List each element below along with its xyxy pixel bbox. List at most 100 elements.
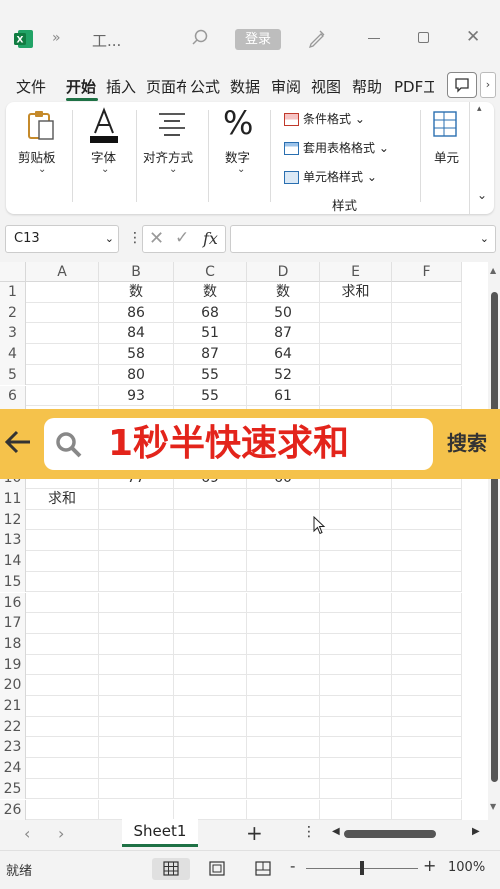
grid-cell[interactable] [392, 654, 462, 676]
cancel-icon[interactable]: ✕ [149, 228, 164, 249]
grid-cell[interactable] [320, 571, 392, 593]
scroll-left-icon[interactable]: ◀ [332, 826, 340, 837]
grid-cell[interactable] [26, 364, 99, 386]
row-header[interactable]: 22 [0, 716, 26, 738]
scroll-thumb[interactable] [491, 292, 498, 782]
grid-cell[interactable] [320, 344, 392, 365]
grid-cell[interactable]: 61 [247, 385, 320, 407]
row-header[interactable]: 16 [0, 592, 26, 614]
tab-file[interactable]: 文件 [16, 76, 46, 97]
horizontal-scrollbar[interactable]: ◀ ▶ [332, 826, 484, 842]
row-header[interactable]: 12 [0, 509, 26, 531]
grid-cell[interactable] [247, 696, 320, 717]
comments-button[interactable] [447, 72, 477, 98]
grid-cell[interactable] [320, 323, 392, 345]
normal-view-button[interactable] [152, 858, 190, 880]
grid-cell[interactable] [392, 799, 462, 820]
grid-cell[interactable] [247, 592, 320, 614]
grid-cell[interactable] [392, 675, 462, 696]
row-header[interactable]: 14 [0, 551, 26, 572]
grid-cell[interactable]: 数 [174, 282, 247, 303]
row-header[interactable]: 6 [0, 385, 26, 407]
grid-cell[interactable] [320, 302, 392, 324]
minimize-icon[interactable] [368, 38, 380, 39]
grid-cell[interactable] [99, 633, 174, 655]
grid-cell[interactable] [392, 592, 462, 614]
font-group[interactable]: 字体 ⌄ [73, 102, 135, 214]
grid-cell[interactable] [174, 530, 247, 552]
grid-cell[interactable] [392, 571, 462, 593]
grid-cell[interactable] [26, 530, 99, 552]
grid-cell[interactable] [99, 716, 174, 738]
close-icon[interactable]: ✕ [466, 28, 480, 46]
column-header[interactable]: D [247, 262, 320, 282]
grid-cell[interactable]: 80 [99, 364, 174, 386]
grid-cell[interactable]: 58 [99, 344, 174, 365]
grid-cell[interactable] [392, 302, 462, 324]
name-box[interactable]: C13 ⌄ [5, 225, 119, 253]
grid-cell[interactable] [320, 592, 392, 614]
grid-cell[interactable] [392, 323, 462, 345]
chevron-down-icon[interactable]: ⌄ [105, 226, 114, 252]
cell-styles-button[interactable]: 单元格样式 ⌄ [284, 168, 377, 185]
grid-cell[interactable] [26, 302, 99, 324]
grid-cell[interactable]: 数 [99, 282, 174, 303]
row-header[interactable]: 20 [0, 675, 26, 696]
grid-cell[interactable] [320, 509, 392, 531]
page-layout-view-button[interactable] [198, 858, 236, 880]
row-header[interactable]: 21 [0, 696, 26, 717]
grid-cell[interactable] [320, 737, 392, 759]
login-button[interactable]: 登录 [235, 29, 281, 50]
grid-cell[interactable] [99, 571, 174, 593]
grid-cell[interactable]: 数 [247, 282, 320, 303]
grid-cell[interactable] [99, 737, 174, 759]
grid-cell[interactable] [320, 489, 392, 510]
grid-cell[interactable] [392, 613, 462, 634]
grid-cell[interactable] [174, 571, 247, 593]
grid-cell[interactable] [174, 613, 247, 634]
maximize-icon[interactable] [418, 32, 429, 43]
row-header[interactable]: 5 [0, 364, 26, 386]
alignment-group[interactable]: 对齐方式 ⌄ [137, 102, 207, 214]
grid-cell[interactable] [99, 654, 174, 676]
formula-input[interactable]: ⌄ [230, 225, 496, 253]
search-button[interactable]: 搜索 [447, 427, 487, 456]
grid-cell[interactable] [392, 778, 462, 800]
tab-pdf-tools[interactable]: PDF工 [394, 76, 434, 97]
grid-cell[interactable] [174, 716, 247, 738]
row-header[interactable]: 24 [0, 758, 26, 779]
grid-cell[interactable] [99, 758, 174, 779]
grid-cell[interactable] [99, 509, 174, 531]
zoom-out-button[interactable]: - [290, 857, 295, 875]
grid-cell[interactable] [392, 364, 462, 386]
grid-cell[interactable] [26, 282, 99, 303]
tab-view[interactable]: 视图 [311, 76, 341, 97]
grid-cell[interactable] [99, 799, 174, 820]
search-box[interactable]: 1秒半快速求和 [44, 418, 433, 470]
grid-cell[interactable] [320, 551, 392, 572]
grid-cell[interactable] [392, 282, 462, 303]
select-all-corner[interactable] [0, 262, 26, 282]
tab-page-layout[interactable]: 页面布 [146, 76, 186, 97]
grid-cell[interactable] [247, 737, 320, 759]
column-header[interactable]: A [26, 262, 99, 282]
grid-cell[interactable] [320, 758, 392, 779]
grid-cell[interactable] [99, 551, 174, 572]
grid-cell[interactable]: 64 [247, 344, 320, 365]
grid-cell[interactable] [320, 654, 392, 676]
grid-cell[interactable] [99, 592, 174, 614]
grid-cell[interactable] [392, 509, 462, 531]
tab-home[interactable]: 开始 [66, 76, 96, 97]
grid-cell[interactable]: 52 [247, 364, 320, 386]
grid-cell[interactable] [26, 323, 99, 345]
grid-cell[interactable] [320, 696, 392, 717]
grid-cell[interactable] [320, 613, 392, 634]
grid-cell[interactable] [26, 385, 99, 407]
grid-cell[interactable] [99, 530, 174, 552]
grid-cell[interactable] [174, 696, 247, 717]
row-header[interactable]: 23 [0, 737, 26, 759]
row-header[interactable]: 25 [0, 778, 26, 800]
row-header[interactable]: 11 [0, 489, 26, 510]
row-header[interactable]: 4 [0, 344, 26, 365]
scroll-up-icon[interactable]: ▲ [490, 266, 496, 275]
